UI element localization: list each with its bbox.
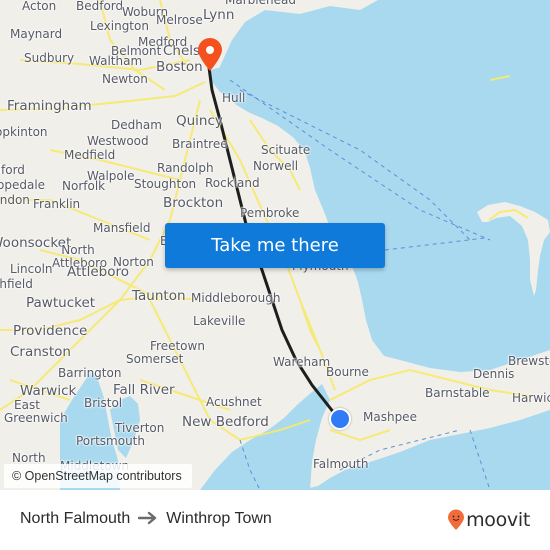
place-label: Marblehead bbox=[225, 0, 296, 7]
place-label: Smithfield bbox=[0, 277, 33, 291]
map-view[interactable]: Acton Bedford Woburn Marblehead Maynard … bbox=[0, 0, 550, 490]
attribution-text: © OpenStreetMap contributors bbox=[12, 469, 182, 483]
place-label: Mashpee bbox=[363, 410, 417, 424]
map-attribution[interactable]: © OpenStreetMap contributors bbox=[4, 464, 192, 488]
place-label: Pembroke bbox=[240, 206, 300, 220]
place-label: Middleborough bbox=[191, 291, 281, 305]
place-label: Rockland bbox=[205, 176, 260, 190]
place-label: Fall River bbox=[113, 382, 175, 398]
current-location-dot[interactable] bbox=[329, 408, 351, 430]
place-label: Westwood bbox=[87, 134, 149, 148]
take-me-there-button[interactable]: Take me there bbox=[165, 223, 385, 268]
arrow-right-icon bbox=[138, 510, 158, 528]
place-label: Mendon bbox=[0, 193, 30, 207]
place-label: Maynard bbox=[10, 27, 63, 41]
place-label: Acton bbox=[22, 0, 57, 13]
place-label: Portsmouth bbox=[76, 434, 145, 448]
place-label: Sudbury bbox=[24, 51, 75, 65]
place-label: Randolph bbox=[157, 161, 214, 175]
brand-name: moovit bbox=[466, 509, 530, 531]
place-label: Barrington bbox=[58, 366, 122, 380]
destination-name: Winthrop Town bbox=[166, 510, 272, 527]
moovit-pin-icon bbox=[448, 509, 465, 530]
place-label: Framingham bbox=[7, 98, 92, 114]
place-label: Acushnet bbox=[206, 395, 262, 409]
place-label: Providence bbox=[13, 323, 88, 339]
origin-name: North Falmouth bbox=[20, 510, 131, 527]
place-label: Cranston bbox=[10, 344, 71, 360]
place-label: Boston bbox=[156, 59, 203, 75]
route-title: North Falmouth Winthrop Town bbox=[20, 510, 272, 528]
place-label: Braintree bbox=[172, 137, 228, 151]
place-label: Brewster bbox=[508, 354, 550, 368]
place-label: Mansfield bbox=[93, 221, 151, 235]
place-label: Lakeville bbox=[193, 314, 246, 328]
place-label: Hopedale bbox=[0, 178, 46, 192]
place-label: Melrose bbox=[156, 13, 203, 27]
place-label: Bedford bbox=[76, 0, 124, 13]
place-label: New Bedford bbox=[182, 414, 269, 430]
place-label: Brockton bbox=[163, 195, 224, 211]
place-label: Waltham bbox=[89, 54, 143, 68]
map-pin-icon bbox=[198, 38, 222, 71]
place-label: Dennis bbox=[473, 367, 515, 381]
place-label: Taunton bbox=[132, 288, 186, 304]
place-label: Warwick bbox=[20, 383, 77, 399]
place-label: Newton bbox=[102, 72, 148, 86]
place-label: Falmouth bbox=[313, 457, 369, 471]
place-label: Pawtucket bbox=[26, 295, 96, 311]
footer-bar: North Falmouth Winthrop Town moovit bbox=[0, 490, 550, 550]
place-label: Medfield bbox=[64, 148, 116, 162]
place-label: Stoughton bbox=[134, 177, 197, 191]
place-label: East Greenwich bbox=[4, 398, 68, 426]
place-label: Lincoln bbox=[10, 262, 53, 276]
place-label: Hull bbox=[222, 91, 246, 105]
place-label: Norfolk bbox=[62, 179, 106, 193]
place-label: Lexington bbox=[90, 19, 149, 33]
place-label: Tiverton bbox=[115, 421, 165, 435]
place-label: Harwich bbox=[512, 391, 550, 405]
place-label: Norwell bbox=[253, 159, 299, 173]
place-label: Attleboro bbox=[67, 264, 129, 280]
place-label: Freetown bbox=[150, 339, 205, 353]
place-label: Scituate bbox=[261, 143, 311, 157]
land-cape-cod-tip bbox=[477, 202, 550, 296]
place-label: Wareham bbox=[273, 355, 331, 369]
place-label: Milford bbox=[0, 163, 25, 177]
place-label: Bristol bbox=[84, 396, 123, 410]
place-label: Quincy bbox=[176, 113, 223, 129]
place-label: Hopkinton bbox=[0, 125, 48, 139]
place-label: Franklin bbox=[33, 197, 81, 211]
place-label: Barnstable bbox=[425, 386, 490, 400]
place-label: Lynn bbox=[203, 7, 235, 23]
place-label: Bourne bbox=[326, 365, 369, 379]
place-label: Somerset bbox=[126, 352, 184, 366]
moovit-logo[interactable]: moovit bbox=[447, 509, 530, 531]
place-label: Dedham bbox=[111, 118, 162, 132]
